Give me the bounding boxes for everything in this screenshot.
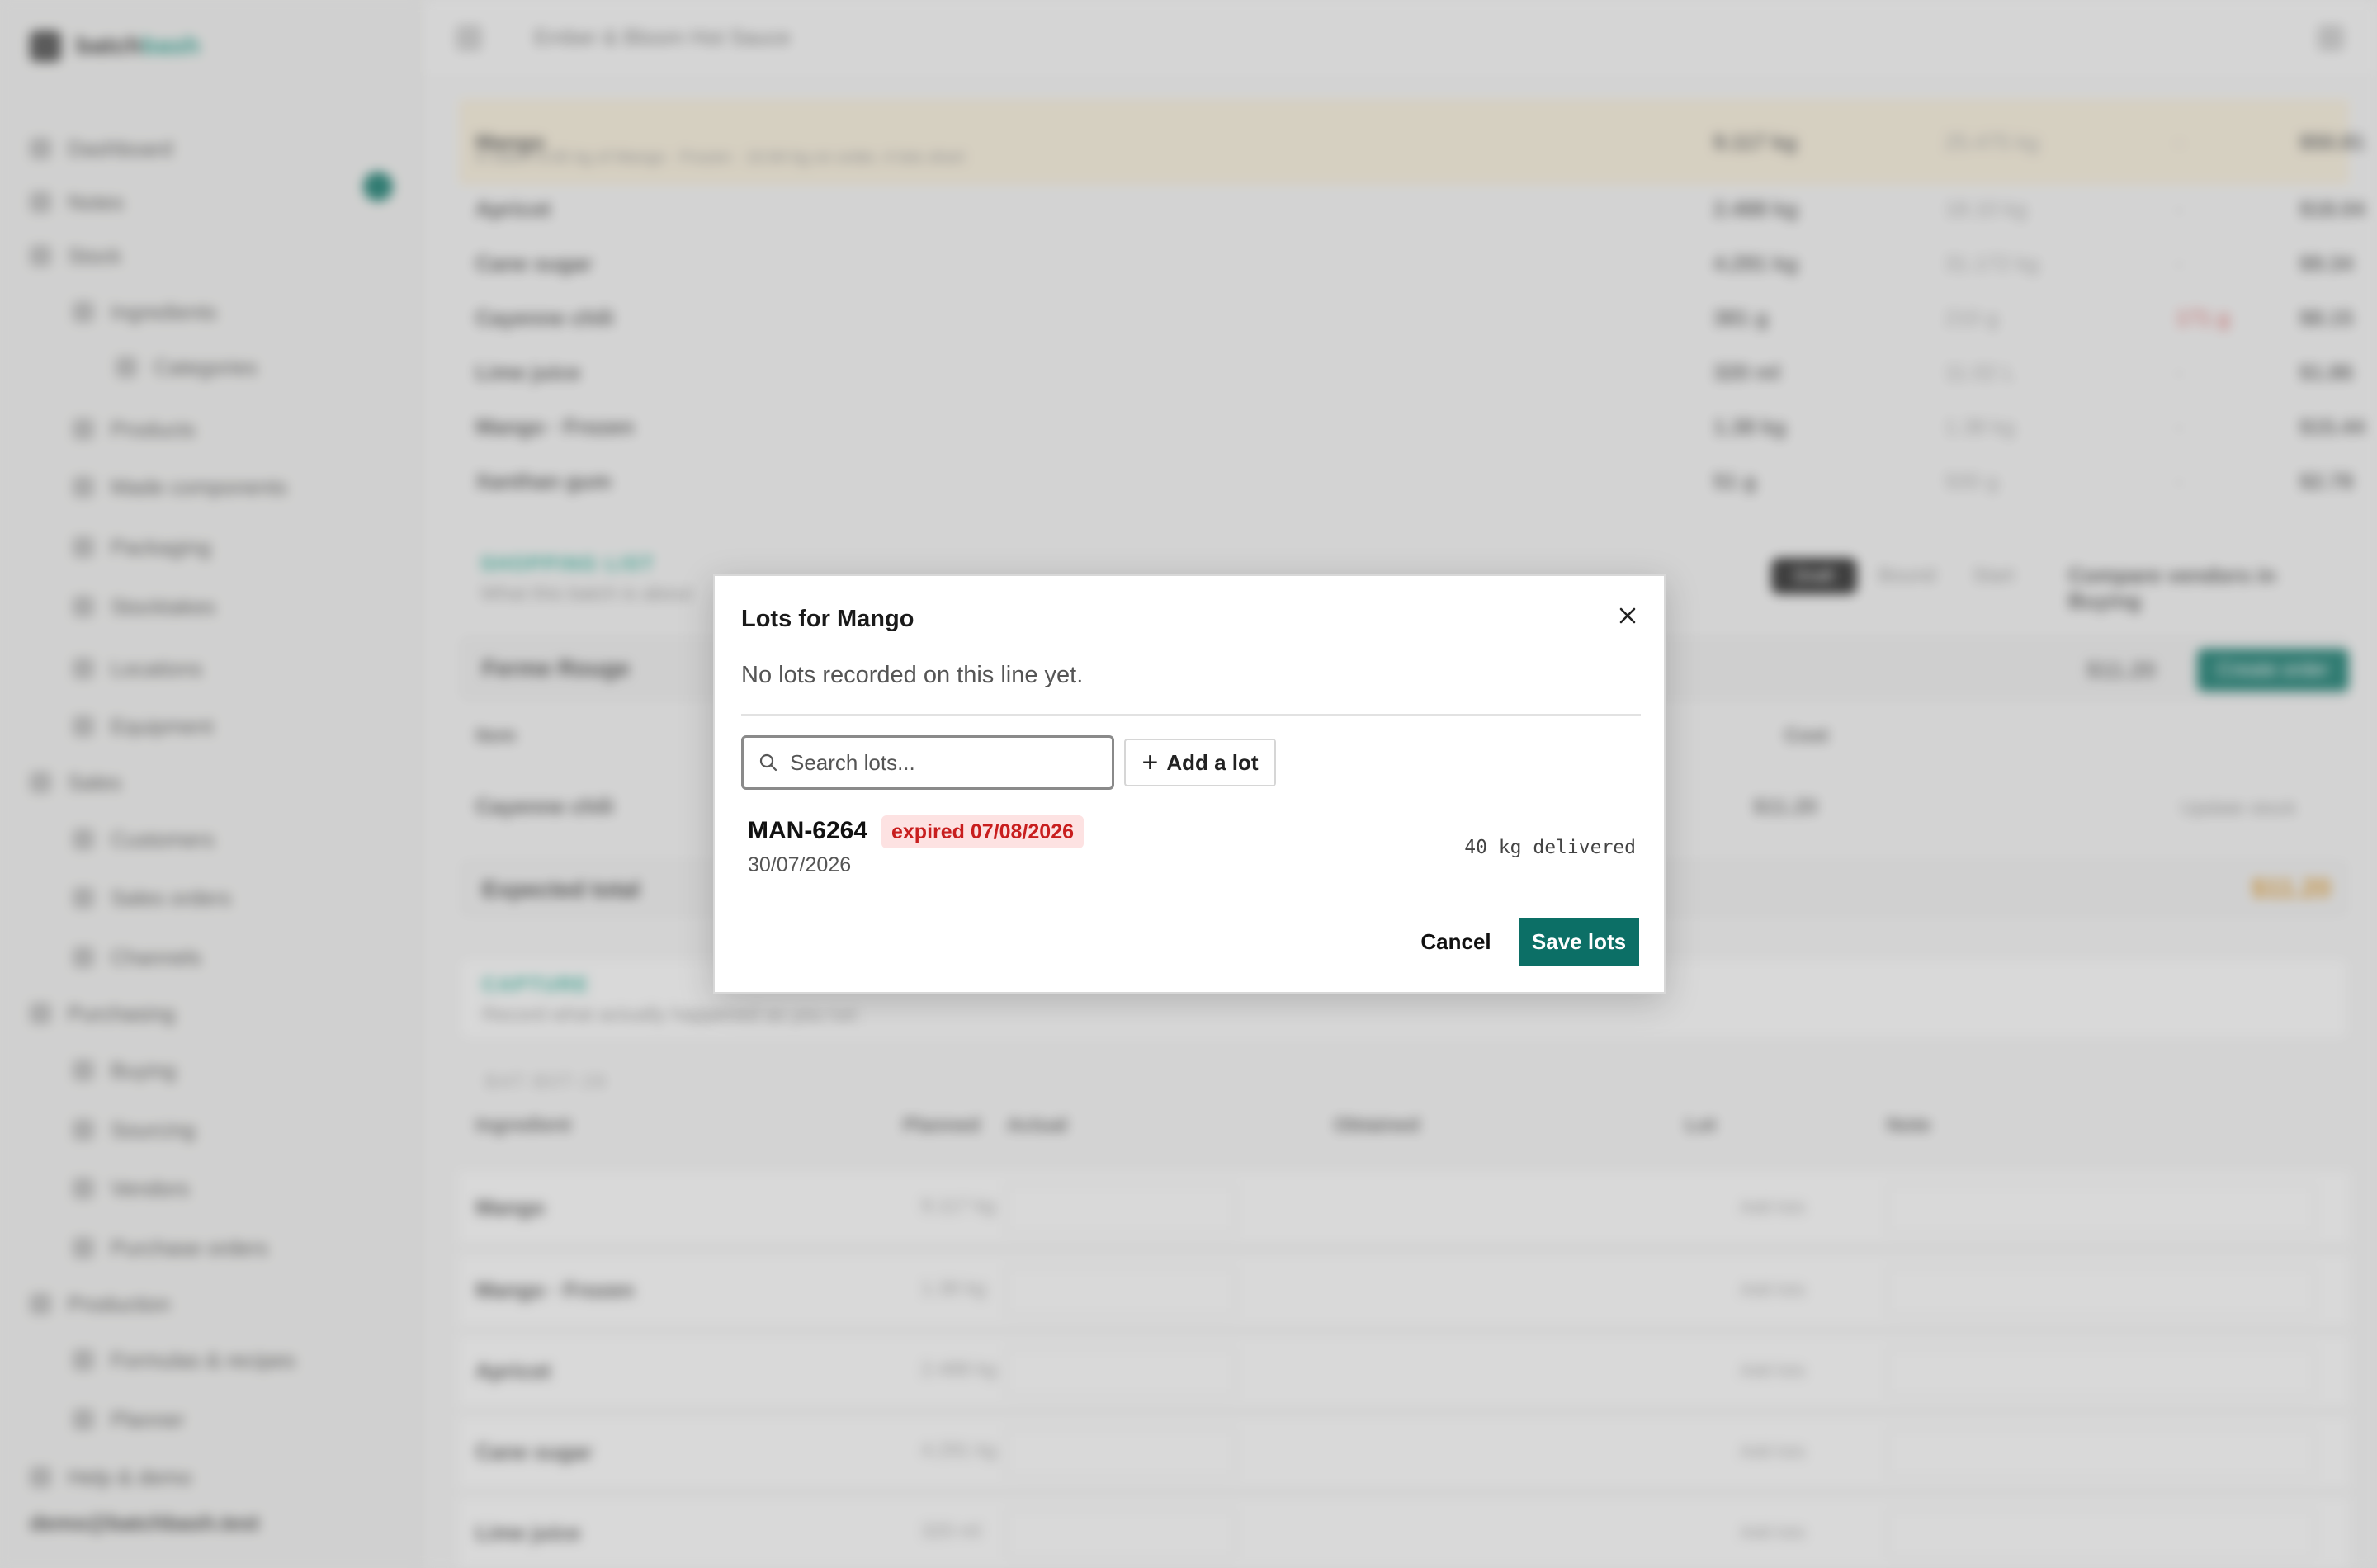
search-icon: [759, 753, 777, 772]
dialog-description: No lots recorded on this line yet.: [741, 662, 1084, 688]
close-icon[interactable]: [1613, 601, 1642, 631]
plus-icon: +: [1141, 747, 1159, 778]
add-lot-label: Add a lot: [1166, 749, 1259, 775]
expired-badge: expired 07/08/2026: [881, 815, 1084, 848]
add-lot-button[interactable]: + Add a lot: [1124, 739, 1276, 786]
lot-quantity: 40 kg delivered: [1464, 837, 1636, 858]
lots-dialog: Lots for Mango No lots recorded on this …: [713, 574, 1666, 994]
search-lots-input[interactable]: [790, 749, 1087, 776]
lot-date: 30/07/2026: [748, 853, 852, 876]
save-lots-button[interactable]: Save lots: [1519, 918, 1639, 966]
lot-code: MAN-6264: [748, 817, 868, 844]
dialog-title: Lots for Mango: [741, 606, 914, 632]
cancel-button[interactable]: Cancel: [1408, 918, 1504, 966]
divider: [741, 714, 1641, 716]
lot-item[interactable]: MAN-6264 expired 07/08/2026 30/07/2026 4…: [748, 815, 1636, 881]
search-box[interactable]: [741, 735, 1114, 790]
